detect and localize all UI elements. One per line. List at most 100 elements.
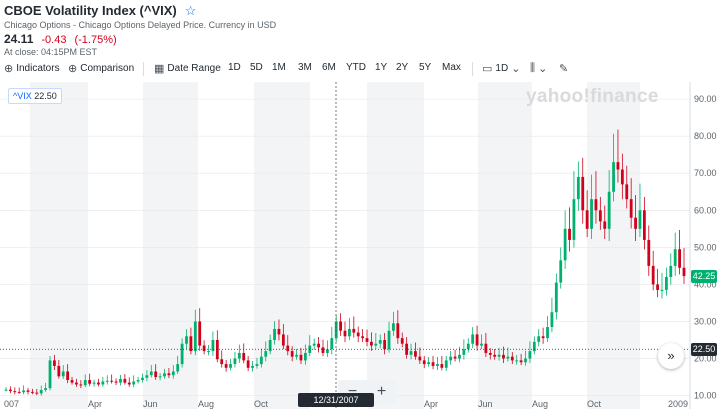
candle-body — [497, 354, 501, 357]
candle-body — [378, 340, 382, 344]
candle-body — [53, 360, 56, 366]
candle-body — [233, 358, 237, 365]
range-1m[interactable]: 1M — [272, 62, 286, 73]
crosshair-date-tag: 12/31/2007 — [298, 393, 374, 407]
candle-body — [101, 381, 105, 385]
candle-body — [251, 365, 254, 368]
candle-body — [79, 384, 83, 386]
candle-body — [92, 382, 96, 384]
candle-body — [387, 330, 391, 350]
x-tick-label: Aug — [532, 399, 548, 409]
period-band — [587, 82, 640, 409]
candle-body — [660, 289, 664, 291]
candle-body — [449, 356, 453, 361]
range-5d[interactable]: 5D — [250, 62, 263, 73]
chevron-down-icon: ⌄ — [511, 63, 521, 75]
quote-change: -0.43 — [41, 34, 67, 46]
x-tick-label: Apr — [88, 399, 102, 409]
period-bands — [30, 82, 640, 409]
candle-body — [185, 336, 188, 344]
candle-body — [39, 390, 43, 394]
indicators-label: Indicators — [16, 63, 60, 74]
candle-body — [299, 354, 303, 361]
page-title: CBOE Volatility Index (^VIX) — [4, 3, 177, 18]
chart-frame-icon: ▭ — [482, 63, 493, 75]
candle-body — [264, 351, 268, 357]
candle-body — [546, 327, 549, 339]
candle-body — [255, 364, 259, 366]
draw-button[interactable]: ✎ — [559, 62, 568, 75]
chart-type-select[interactable]: ⫼ ⌄ — [530, 62, 547, 75]
range-2y[interactable]: 2Y — [396, 62, 408, 73]
candle-body — [603, 221, 607, 229]
candle-body — [105, 380, 109, 382]
candle-body — [607, 191, 611, 229]
quote-price: 24.11 — [4, 32, 34, 46]
comparison-label: Comparison — [80, 63, 135, 74]
range-max[interactable]: Max — [442, 62, 461, 73]
x-tick-label: Oct — [254, 399, 269, 409]
candle-body — [4, 389, 8, 391]
range-6m[interactable]: 6M — [322, 62, 336, 73]
candle-body — [471, 334, 475, 344]
candle-body — [44, 388, 48, 391]
candle-body — [409, 351, 413, 355]
range-1y[interactable]: 1Y — [375, 62, 387, 73]
candle-body — [642, 210, 646, 240]
zoom-in-button[interactable]: + — [377, 383, 386, 401]
comparison-button[interactable]: ⊕ Comparison — [68, 62, 134, 75]
symbol-tag-symbol: ^VIX — [13, 91, 32, 101]
x-tick-label: Jun — [143, 399, 158, 409]
candle-body — [356, 332, 360, 337]
candle-body — [506, 356, 510, 359]
star-icon[interactable]: ☆ — [185, 3, 197, 19]
candle-body — [466, 343, 470, 350]
scroll-to-latest-button[interactable]: » — [658, 343, 684, 369]
period-band — [478, 82, 532, 409]
candle-body — [682, 267, 686, 277]
candle-body — [48, 360, 52, 389]
candle-body — [242, 352, 246, 361]
candle-body — [638, 210, 642, 229]
range-5y[interactable]: 5Y — [419, 62, 431, 73]
candle-body — [629, 199, 633, 218]
x-tick-label: Aug — [198, 399, 214, 409]
candle-body — [312, 343, 316, 346]
candle-body — [418, 356, 422, 361]
candle-body — [462, 349, 466, 355]
candle-body — [237, 352, 241, 359]
candle-body — [453, 356, 457, 359]
date-range-label: Date Range — [167, 63, 221, 74]
candle-body — [651, 265, 655, 285]
candle-body — [444, 360, 448, 368]
date-range-button[interactable]: ▦ Date Range — [154, 62, 221, 75]
x-tick-label: 007 — [4, 399, 19, 409]
candle-body — [127, 382, 131, 385]
candle-body — [110, 380, 114, 382]
candle-body — [321, 347, 325, 353]
range-3m[interactable]: 3M — [298, 62, 312, 73]
symbol-tag-value: 22.50 — [34, 91, 57, 101]
range-label: YTD — [346, 62, 366, 73]
candle-body — [370, 341, 373, 346]
range-label: 2Y — [396, 62, 409, 73]
price-chart[interactable]: 90.0080.0070.0060.0050.0040.0030.0020.00… — [0, 82, 720, 409]
candle-body — [515, 360, 519, 362]
indicators-button[interactable]: ⊕ Indicators — [4, 62, 60, 75]
candle-body — [198, 321, 202, 346]
candle-body — [616, 162, 620, 170]
candle-body — [325, 349, 329, 353]
candle-body — [524, 358, 527, 363]
reference-price-tag: 22.50 — [691, 343, 717, 357]
interval-select[interactable]: ▭ 1D ⌄ — [482, 62, 520, 75]
candle-body — [119, 378, 122, 383]
candle-body — [57, 365, 61, 377]
candle-body — [576, 176, 580, 200]
candle-body — [532, 341, 536, 352]
range-ytd[interactable]: YTD — [346, 62, 366, 73]
candle-body — [330, 338, 334, 350]
range-1d[interactable]: 1D — [228, 62, 241, 73]
candle-body — [281, 334, 285, 346]
candle-body — [286, 345, 290, 352]
y-tick-label: 70.00 — [694, 168, 717, 178]
